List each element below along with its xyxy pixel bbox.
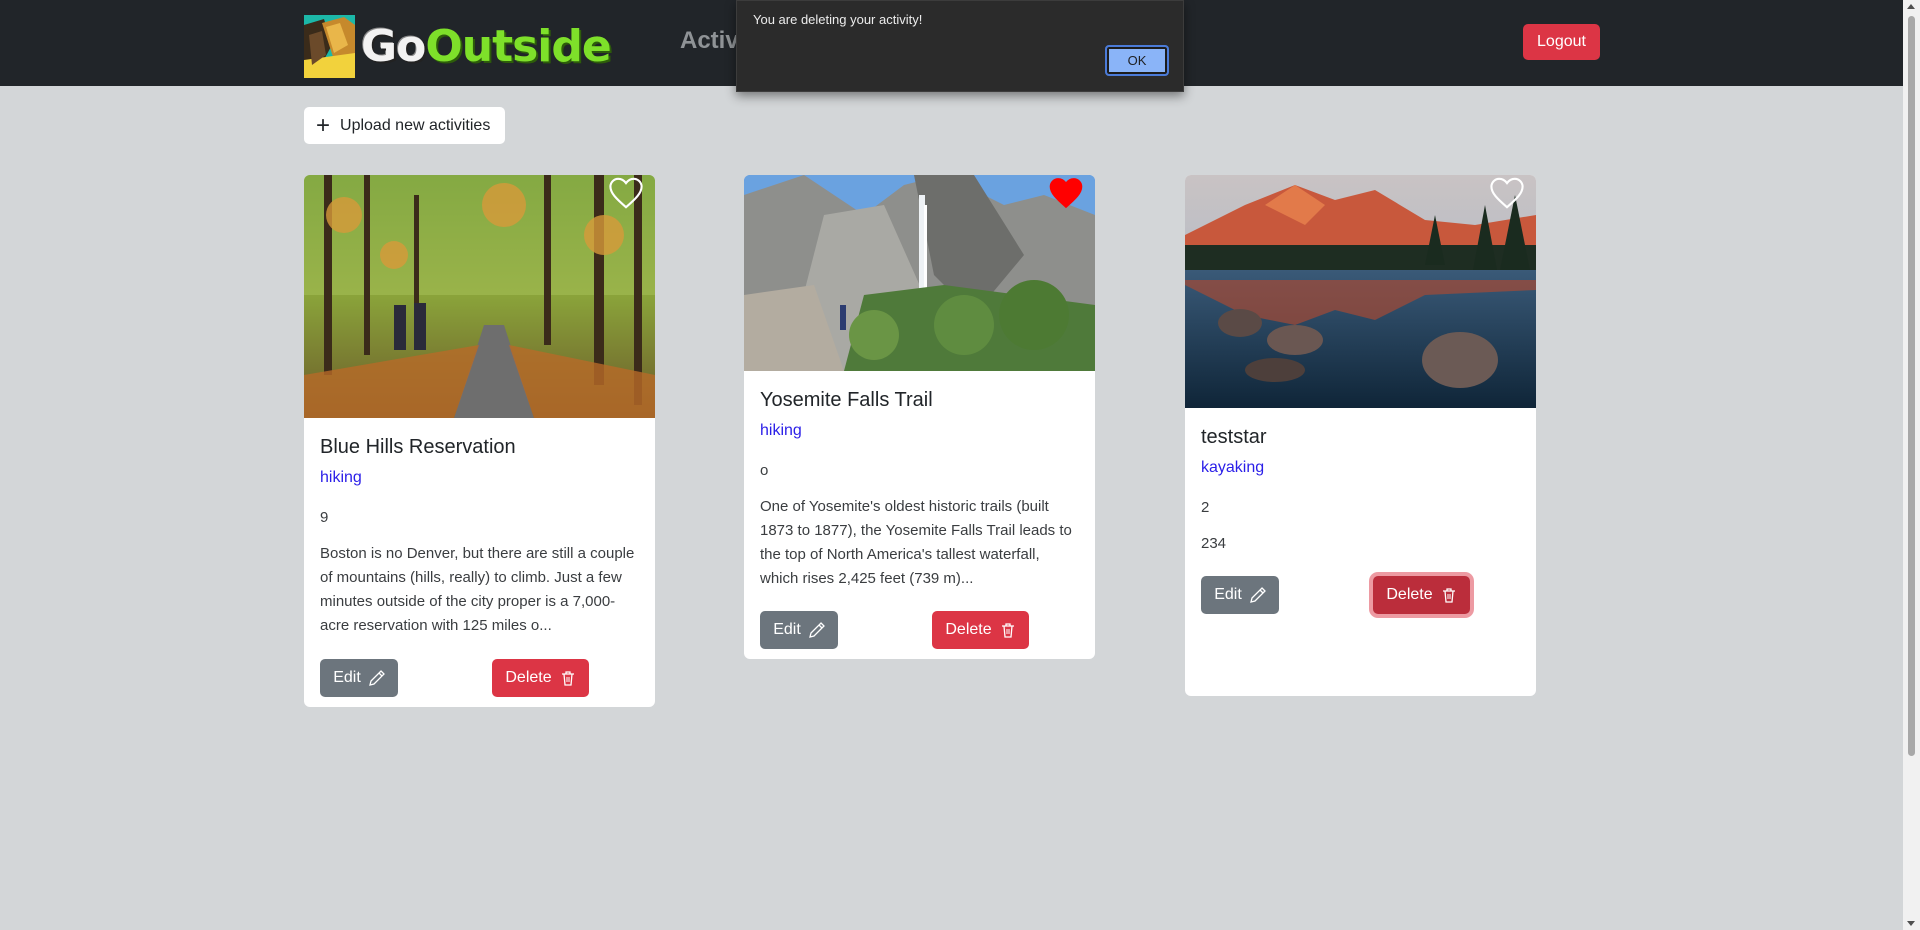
activity-card: teststar kayaking 2 234 Edit Delete bbox=[1185, 175, 1536, 696]
delete-label: Delete bbox=[1386, 586, 1433, 603]
logo-text-go: Go bbox=[361, 21, 426, 72]
activity-card: Yosemite Falls Trail hiking o One of Yos… bbox=[744, 175, 1095, 659]
edit-button[interactable]: Edit bbox=[760, 611, 838, 649]
scroll-thumb[interactable] bbox=[1908, 16, 1915, 756]
delete-label: Delete bbox=[505, 669, 552, 686]
activity-title: teststar bbox=[1201, 426, 1267, 448]
logo-text-outside: Outside bbox=[425, 21, 611, 72]
upload-activities-button[interactable]: + Upload new activities bbox=[304, 107, 505, 144]
activity-description: Boston is no Denver, but there are still… bbox=[320, 545, 635, 634]
edit-button[interactable]: Edit bbox=[320, 659, 398, 697]
pencil-icon bbox=[1249, 587, 1266, 603]
edit-label: Edit bbox=[1214, 586, 1242, 603]
heart-icon[interactable] bbox=[609, 177, 643, 209]
delete-button[interactable]: Delete bbox=[492, 659, 589, 697]
delete-button[interactable]: Delete bbox=[932, 611, 1029, 649]
heart-icon[interactable] bbox=[1049, 177, 1083, 209]
pencil-icon bbox=[808, 622, 825, 638]
trash-icon bbox=[561, 671, 574, 686]
logo-image bbox=[304, 15, 355, 78]
app-logo[interactable]: GoOutside bbox=[304, 15, 612, 78]
edit-label: Edit bbox=[773, 621, 801, 638]
activity-image bbox=[304, 175, 655, 418]
delete-button[interactable]: Delete bbox=[1373, 576, 1470, 614]
scroll-up-arrow-icon[interactable] bbox=[1907, 4, 1915, 9]
activity-description: 234 bbox=[1201, 535, 1227, 552]
activity-card: Blue Hills Reservation hiking 9 Boston i… bbox=[304, 175, 655, 707]
logout-button[interactable]: Logout bbox=[1523, 24, 1600, 60]
alert-message: You are deleting your activity! bbox=[753, 12, 923, 27]
vertical-scrollbar[interactable] bbox=[1903, 0, 1920, 930]
nav-link-activities[interactable]: Activities bbox=[680, 27, 740, 55]
activity-category[interactable]: hiking bbox=[320, 469, 362, 487]
activity-category[interactable]: hiking bbox=[760, 422, 802, 440]
activity-title: Yosemite Falls Trail bbox=[760, 389, 933, 411]
heart-icon[interactable] bbox=[1490, 177, 1524, 209]
scroll-down-arrow-icon[interactable] bbox=[1907, 921, 1915, 926]
alert-dialog: You are deleting your activity! OK bbox=[736, 0, 1184, 92]
activity-description: One of Yosemite's oldest historic trails… bbox=[760, 498, 1072, 587]
plus-icon: + bbox=[316, 111, 331, 139]
activity-image bbox=[744, 175, 1095, 371]
upload-button-label: Upload new activities bbox=[340, 116, 491, 134]
trash-icon bbox=[1442, 588, 1455, 603]
edit-button[interactable]: Edit bbox=[1201, 576, 1279, 614]
delete-label: Delete bbox=[945, 621, 992, 638]
activity-number: 2 bbox=[1201, 499, 1210, 516]
alert-ok-button[interactable]: OK bbox=[1105, 45, 1169, 76]
pencil-icon bbox=[368, 670, 385, 686]
edit-label: Edit bbox=[333, 669, 361, 686]
trash-icon bbox=[1001, 623, 1014, 638]
activity-category[interactable]: kayaking bbox=[1201, 459, 1264, 477]
activity-number: 9 bbox=[320, 509, 329, 526]
activity-number: o bbox=[760, 462, 769, 479]
activity-title: Blue Hills Reservation bbox=[320, 436, 516, 458]
activity-image bbox=[1185, 175, 1536, 408]
logo-wordmark: GoOutside bbox=[361, 15, 612, 78]
